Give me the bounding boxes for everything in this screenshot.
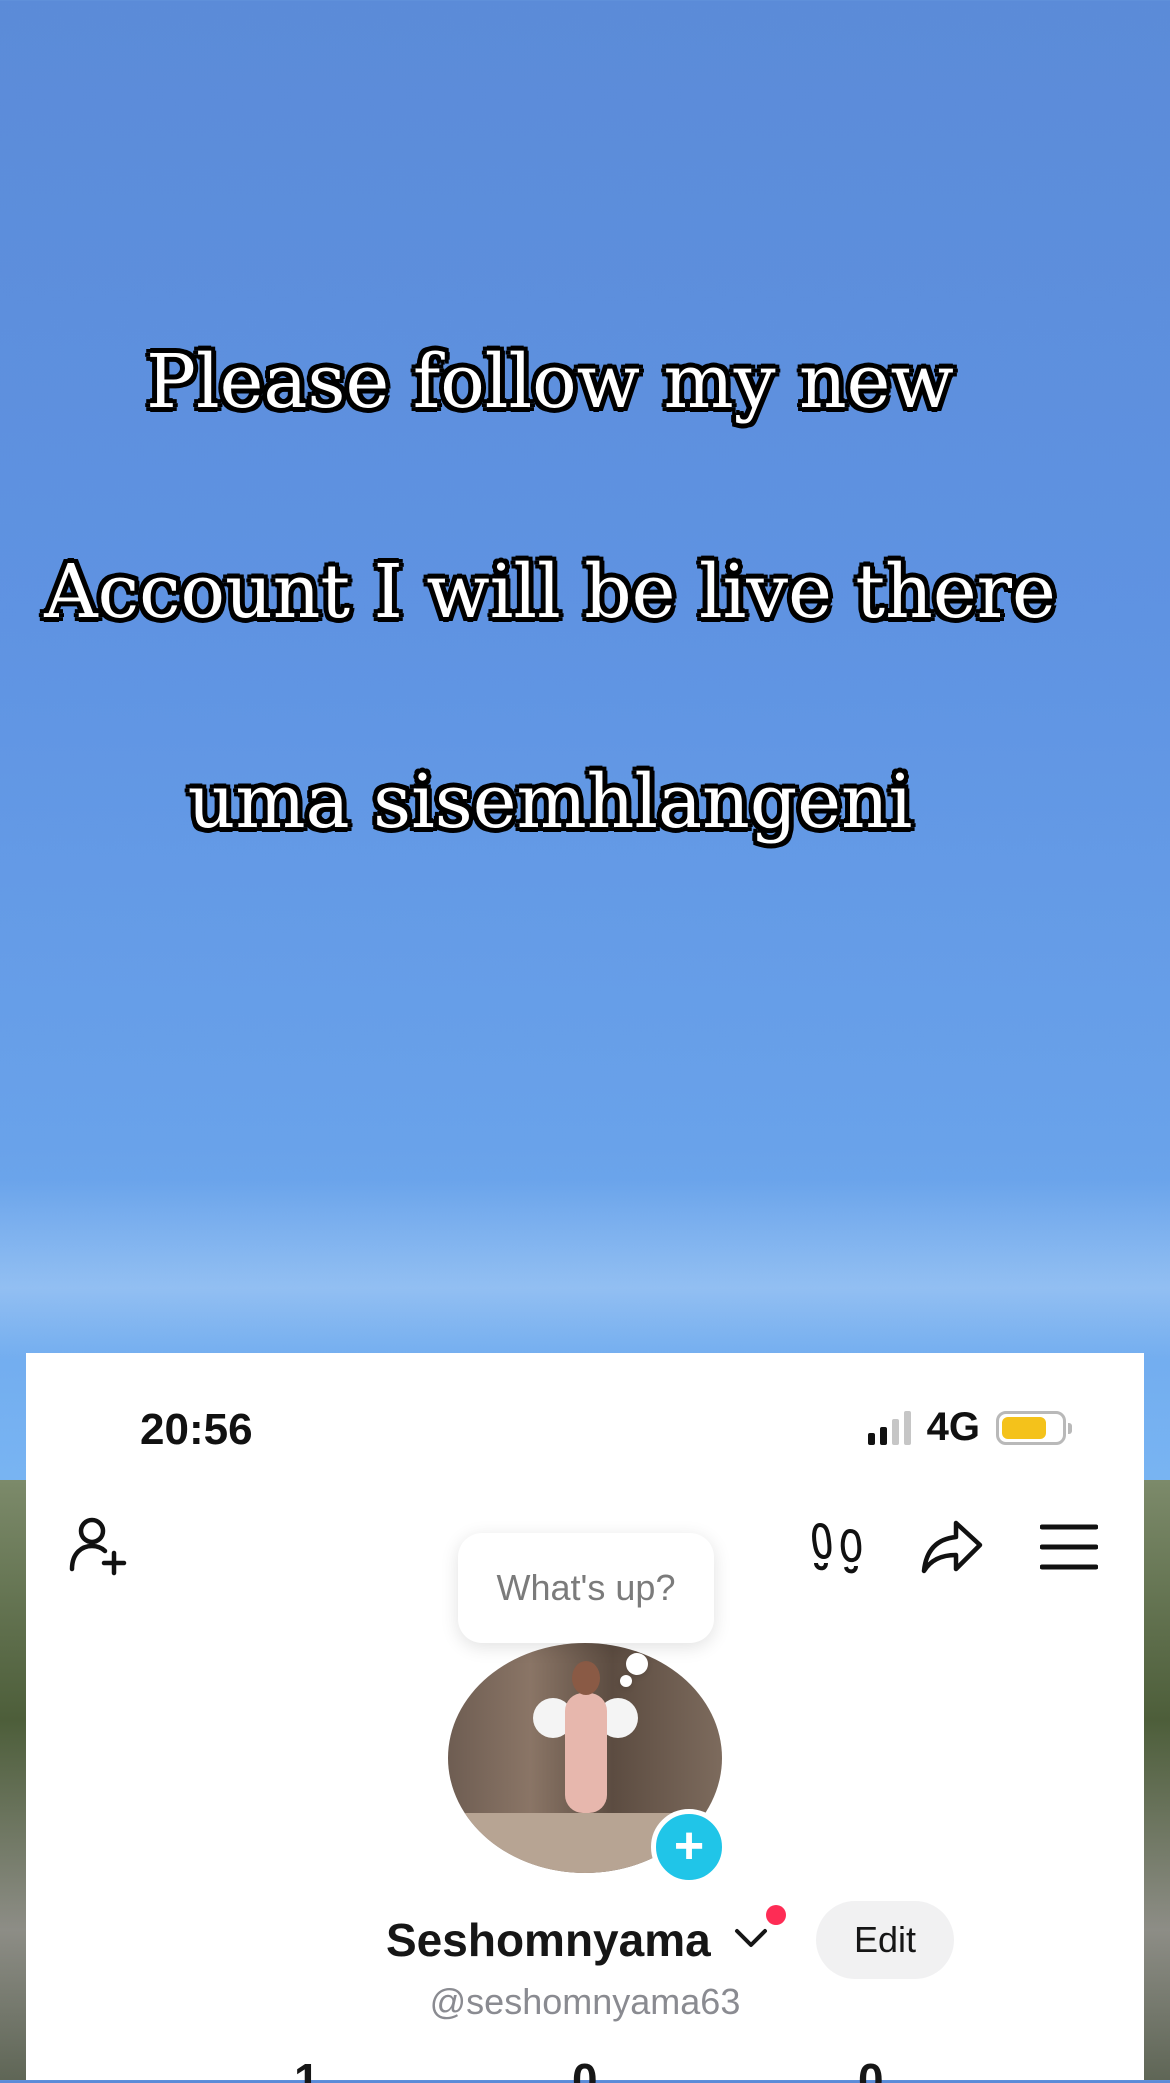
profile-screenshot-card: 20:56 4G What's up? + Seshomnyama Edit @… [26,1353,1144,2083]
note-bubble-tail [626,1653,648,1675]
footprints-icon[interactable] [810,1519,866,1575]
person-plus-icon[interactable] [66,1513,130,1577]
overlay-caption: Please follow my new Account I will be l… [30,225,1070,960]
signal-icon [867,1410,911,1445]
followers-count[interactable]: 0 [572,2053,598,2083]
chevron-down-icon[interactable] [734,1927,768,1949]
status-time: 20:56 [140,1405,253,1454]
hamburger-menu-icon[interactable] [1040,1523,1098,1571]
sky-haze [0,1180,1170,1360]
notification-dot [766,1905,786,1925]
status-indicators: 4G [867,1405,1072,1450]
note-bubble-tail-small [620,1675,632,1687]
note-bubble[interactable]: What's up? [458,1533,714,1643]
following-count[interactable]: 1 [294,2053,320,2083]
plus-icon: + [673,1817,705,1875]
background-scene-left [0,1480,26,2080]
note-bubble-text: What's up? [496,1567,676,1608]
overlay-line-2: Account I will be live there [44,549,1056,635]
add-story-button[interactable]: + [651,1809,727,1885]
share-arrow-icon[interactable] [920,1517,984,1577]
edit-profile-button[interactable]: Edit [816,1901,954,1979]
battery-icon [996,1410,1072,1445]
overlay-line-1: Please follow my new [146,339,954,425]
username-handle: @seshomnyama63 [429,1981,741,2022]
display-name: Seshomnyama [386,1914,711,1966]
likes-count[interactable]: 0 [858,2053,884,2083]
stats-row: 1 0 0 [26,2053,1144,2083]
overlay-line-3: uma sisemhlangeni [187,759,913,845]
background-scene-right [1144,1480,1170,2080]
network-type: 4G [926,1405,980,1449]
